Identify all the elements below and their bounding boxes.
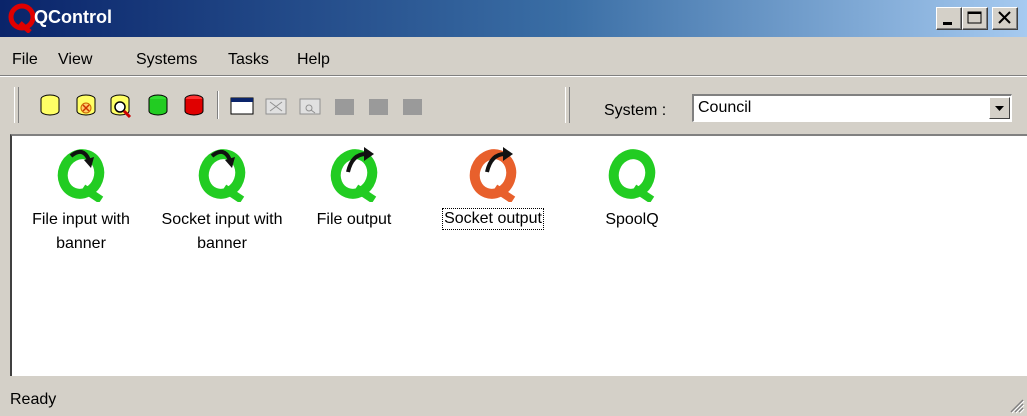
item-label: File input with banner — [32, 211, 130, 252]
gray-block-icon[interactable] — [364, 91, 392, 119]
menu-tasks[interactable]: Tasks — [228, 51, 269, 69]
gray-block-icon[interactable] — [330, 91, 358, 119]
maximize-icon — [967, 11, 982, 24]
list-item-socket-output[interactable]: Socket output — [423, 142, 563, 230]
system-select-value: Council — [698, 99, 752, 116]
item-label: File output — [316, 211, 392, 228]
item-label: Socket output — [442, 208, 544, 230]
toolbar-separator — [217, 91, 219, 119]
item-label: Socket input with banner — [161, 211, 283, 252]
q-input-icon — [57, 149, 105, 202]
status-text: Ready — [10, 391, 57, 408]
dropdown-button[interactable] — [989, 97, 1010, 119]
qcontrol-window: QControl File View Systems Tasks Help Sy… — [0, 0, 1027, 416]
q-output-icon — [330, 147, 378, 202]
list-item-socket-input[interactable]: Socket input with banner — [152, 142, 292, 256]
q-output-icon — [469, 147, 517, 202]
chevron-down-icon — [995, 106, 1004, 111]
system-select[interactable]: Council — [692, 94, 1012, 122]
minimize-button[interactable] — [936, 7, 962, 30]
menu-help[interactable]: Help — [297, 51, 330, 69]
window-icon[interactable] — [228, 91, 256, 119]
minimize-icon — [943, 22, 952, 25]
queue-red-icon[interactable] — [180, 91, 208, 119]
system-label: System : — [604, 102, 667, 119]
menu-file[interactable]: File — [12, 51, 38, 69]
title-bar[interactable]: QControl — [0, 0, 1027, 37]
toolbar-grip[interactable] — [14, 87, 19, 123]
queue-list-view[interactable]: File input with banner Socket input with… — [10, 134, 1027, 376]
queue-search-icon[interactable] — [107, 91, 135, 119]
window-close-icon[interactable] — [262, 91, 290, 119]
window-title: QControl — [34, 7, 112, 27]
toolbar: System : Council — [0, 76, 1027, 134]
list-item-spoolq[interactable]: SpoolQ — [562, 142, 702, 232]
resize-grip-icon[interactable] — [1005, 394, 1025, 414]
q-input-icon — [198, 149, 246, 202]
close-icon — [998, 11, 1011, 24]
close-button[interactable] — [992, 7, 1018, 30]
window-view-icon[interactable] — [296, 91, 324, 119]
queue-icon[interactable] — [36, 91, 64, 119]
status-bar: Ready — [0, 376, 1027, 416]
maximize-button[interactable] — [962, 7, 988, 30]
queue-stop-icon[interactable] — [72, 91, 100, 119]
gray-block-icon[interactable] — [398, 91, 426, 119]
menu-systems[interactable]: Systems — [136, 51, 197, 69]
toolbar-grip[interactable] — [565, 87, 570, 123]
list-item-file-input[interactable]: File input with banner — [11, 142, 151, 256]
item-label: SpoolQ — [605, 211, 659, 228]
menu-bar: File View Systems Tasks Help — [0, 37, 1027, 76]
list-item-file-output[interactable]: File output — [284, 142, 424, 232]
q-icon — [608, 149, 656, 202]
menu-view[interactable]: View — [58, 51, 92, 69]
queue-green-icon[interactable] — [144, 91, 172, 119]
